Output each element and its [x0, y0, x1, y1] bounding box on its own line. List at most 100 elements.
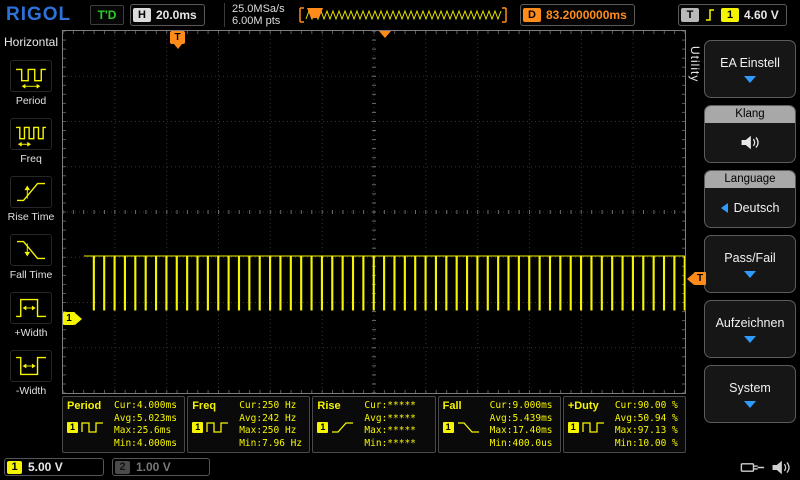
top-status-bar: RIGOL T'D H 20.0ms 25.0MSa/s 6.00M pts D… — [0, 0, 800, 30]
measurement-value: Min:400.0us — [489, 437, 553, 449]
freq-icon — [10, 118, 52, 150]
menu-button-pass-fail[interactable]: Pass/Fail — [704, 235, 796, 293]
menu-button-klang[interactable]: Klang — [704, 105, 796, 163]
pulse-icon — [582, 420, 606, 434]
measurement-panel-freq[interactable]: Freq 1 Cur:250 Hz Avg:242 Hz Max:250 Hz Min:7… — [187, 396, 311, 453]
channel1-badge: 1 — [7, 460, 22, 474]
menu-button-ea-einstell[interactable]: EA Einstell — [704, 40, 796, 98]
channel-badge: 1 — [317, 421, 329, 433]
measurement-panel-period[interactable]: Period 1 Cur:4.000ms Avg:5.023ms Max:25.6ms M… — [62, 396, 186, 453]
trigger-level-marker[interactable]: T — [687, 272, 706, 285]
trigger-level-value: 4.60 V — [744, 8, 779, 22]
measurement-panel-rise[interactable]: Rise 1 Cur:***** Avg:***** Max:***** Min:****… — [312, 396, 436, 453]
channel-badge: 1 — [67, 421, 78, 433]
sample-rate: 25.0MSa/s — [232, 3, 285, 15]
measure-item-period[interactable]: Period — [0, 60, 62, 107]
speaker-icon — [770, 458, 792, 477]
delay-label: D — [523, 8, 541, 22]
measurement-value: Max:25.6ms — [114, 425, 172, 437]
measurement-name: +Duty — [567, 400, 599, 412]
trigger-position-icon[interactable] — [379, 31, 391, 38]
bottom-status-bar: 1 5.00 V 2 1.00 V — [0, 455, 800, 480]
utility-menu-buttons: EA Einstell Klang Language Deutsch Pass/Fail… — [704, 40, 796, 423]
measurement-value: Avg:50.94 % — [614, 412, 678, 424]
menu-button-aufzeichnen[interactable]: Aufzeichnen — [704, 300, 796, 358]
delay-value: 83.2000000ms — [546, 8, 627, 22]
measurement-value: Avg:***** — [364, 412, 416, 424]
button-label: System — [729, 380, 771, 395]
menu-button-language[interactable]: Language Deutsch — [704, 170, 796, 228]
measure-item-label: Rise Time — [7, 211, 55, 223]
plus-width-icon — [10, 292, 52, 324]
chevron-down-icon — [744, 400, 756, 408]
button-label: Pass/Fail — [724, 250, 776, 265]
measurement-value: Min:***** — [364, 437, 416, 449]
measure-item-label: Period — [15, 95, 47, 107]
measurement-value: Cur:250 Hz — [239, 400, 297, 411]
chevron-down-icon — [744, 270, 756, 278]
timebase-box[interactable]: H 20.0ms — [130, 4, 205, 26]
measurement-name: Period — [67, 400, 102, 412]
measure-sidebar-title: Horizontal — [3, 35, 59, 49]
chevron-down-icon — [744, 335, 756, 343]
measure-item-list: Period Freq Rise Time Fall Time +Width -Width — [0, 60, 62, 397]
button-label: Aufzeichnen — [715, 315, 785, 330]
measure-item-label: +Width — [14, 327, 48, 339]
horizontal-position-indicator[interactable] — [298, 6, 508, 24]
measure-item-fall-time[interactable]: Fall Time — [0, 234, 62, 281]
channel-badge: 1 — [567, 421, 579, 433]
chevron-down-icon — [744, 75, 756, 83]
measurement-value: Min:7.96 Hz — [239, 437, 303, 449]
measurement-value: Max:***** — [364, 425, 416, 437]
channel1-status[interactable]: 1 5.00 V — [4, 458, 104, 476]
timebase-label: H — [133, 8, 151, 22]
measurement-value: Avg:5.023ms — [114, 412, 177, 424]
trigger-label: T — [681, 8, 699, 22]
measure-item-label: Freq — [20, 153, 42, 165]
waveform-display: T — [62, 30, 686, 394]
channel2-status[interactable]: 2 1.00 V — [112, 458, 210, 476]
trigger-time-marker[interactable]: T — [170, 31, 185, 49]
rise-small-icon — [331, 420, 355, 434]
memory-depth: 6.00M pts — [232, 15, 281, 27]
measurement-value: Max:97.13 % — [614, 425, 678, 437]
delay-box[interactable]: D 83.2000000ms — [520, 4, 635, 26]
measure-item-freq[interactable]: Freq — [0, 118, 62, 165]
measurement-value: Min:4.000ms — [114, 437, 177, 449]
trigger-source-badge: 1 — [721, 8, 739, 22]
channel1-ground-marker[interactable]: 1 — [63, 312, 82, 325]
rigol-logo: RIGOL — [6, 4, 72, 25]
timebase-value: 20.0ms — [156, 8, 197, 22]
measurement-value: Max:250 Hz — [239, 425, 297, 437]
measurement-name: Freq — [192, 400, 217, 412]
measurement-value: Avg:242 Hz — [239, 412, 297, 424]
trigger-box[interactable]: T 1 4.60 V — [678, 4, 787, 26]
measurement-name: Fall — [442, 400, 462, 412]
measurement-panel-duty[interactable]: +Duty 1 Cur:90.00 % Avg:50.94 % Max:97.13 % M… — [562, 396, 687, 453]
utility-menu: Utility EA Einstell Klang Language Deutsch P… — [686, 30, 800, 455]
channel-badge: 1 — [192, 421, 204, 433]
measure-item-label: Fall Time — [9, 269, 53, 281]
measurement-value: Min:10.00 % — [614, 437, 678, 449]
measurement-panel-fall[interactable]: Fall 1 Cur:9.000ms Avg:5.439ms Max:17.40ms Mi… — [437, 396, 561, 453]
channel1-scale: 5.00 V — [28, 460, 63, 474]
button-label: Language — [705, 171, 795, 188]
measure-item-rise-time[interactable]: Rise Time — [0, 176, 62, 223]
menu-button-system[interactable]: System — [704, 365, 796, 423]
usb-icon — [740, 460, 766, 475]
measurement-value: Cur:90.00 % — [614, 400, 678, 411]
measurement-value: Cur:***** — [364, 400, 416, 411]
measurement-value: Cur:4.000ms — [114, 400, 177, 411]
measurement-value: Cur:9.000ms — [489, 400, 553, 411]
measure-item-width[interactable]: -Width — [0, 350, 62, 397]
channel2-badge: 2 — [115, 460, 130, 474]
button-value: Deutsch — [733, 200, 780, 215]
channel-badge: 1 — [442, 421, 454, 433]
measure-item-width[interactable]: +Width — [0, 292, 62, 339]
pulse-icon — [81, 420, 105, 434]
utility-menu-title: Utility — [688, 46, 702, 83]
measurement-value: Max:17.40ms — [489, 425, 553, 437]
measure-item-label: -Width — [15, 385, 47, 397]
rise-time-icon — [10, 176, 52, 208]
speaker-icon — [739, 133, 761, 152]
